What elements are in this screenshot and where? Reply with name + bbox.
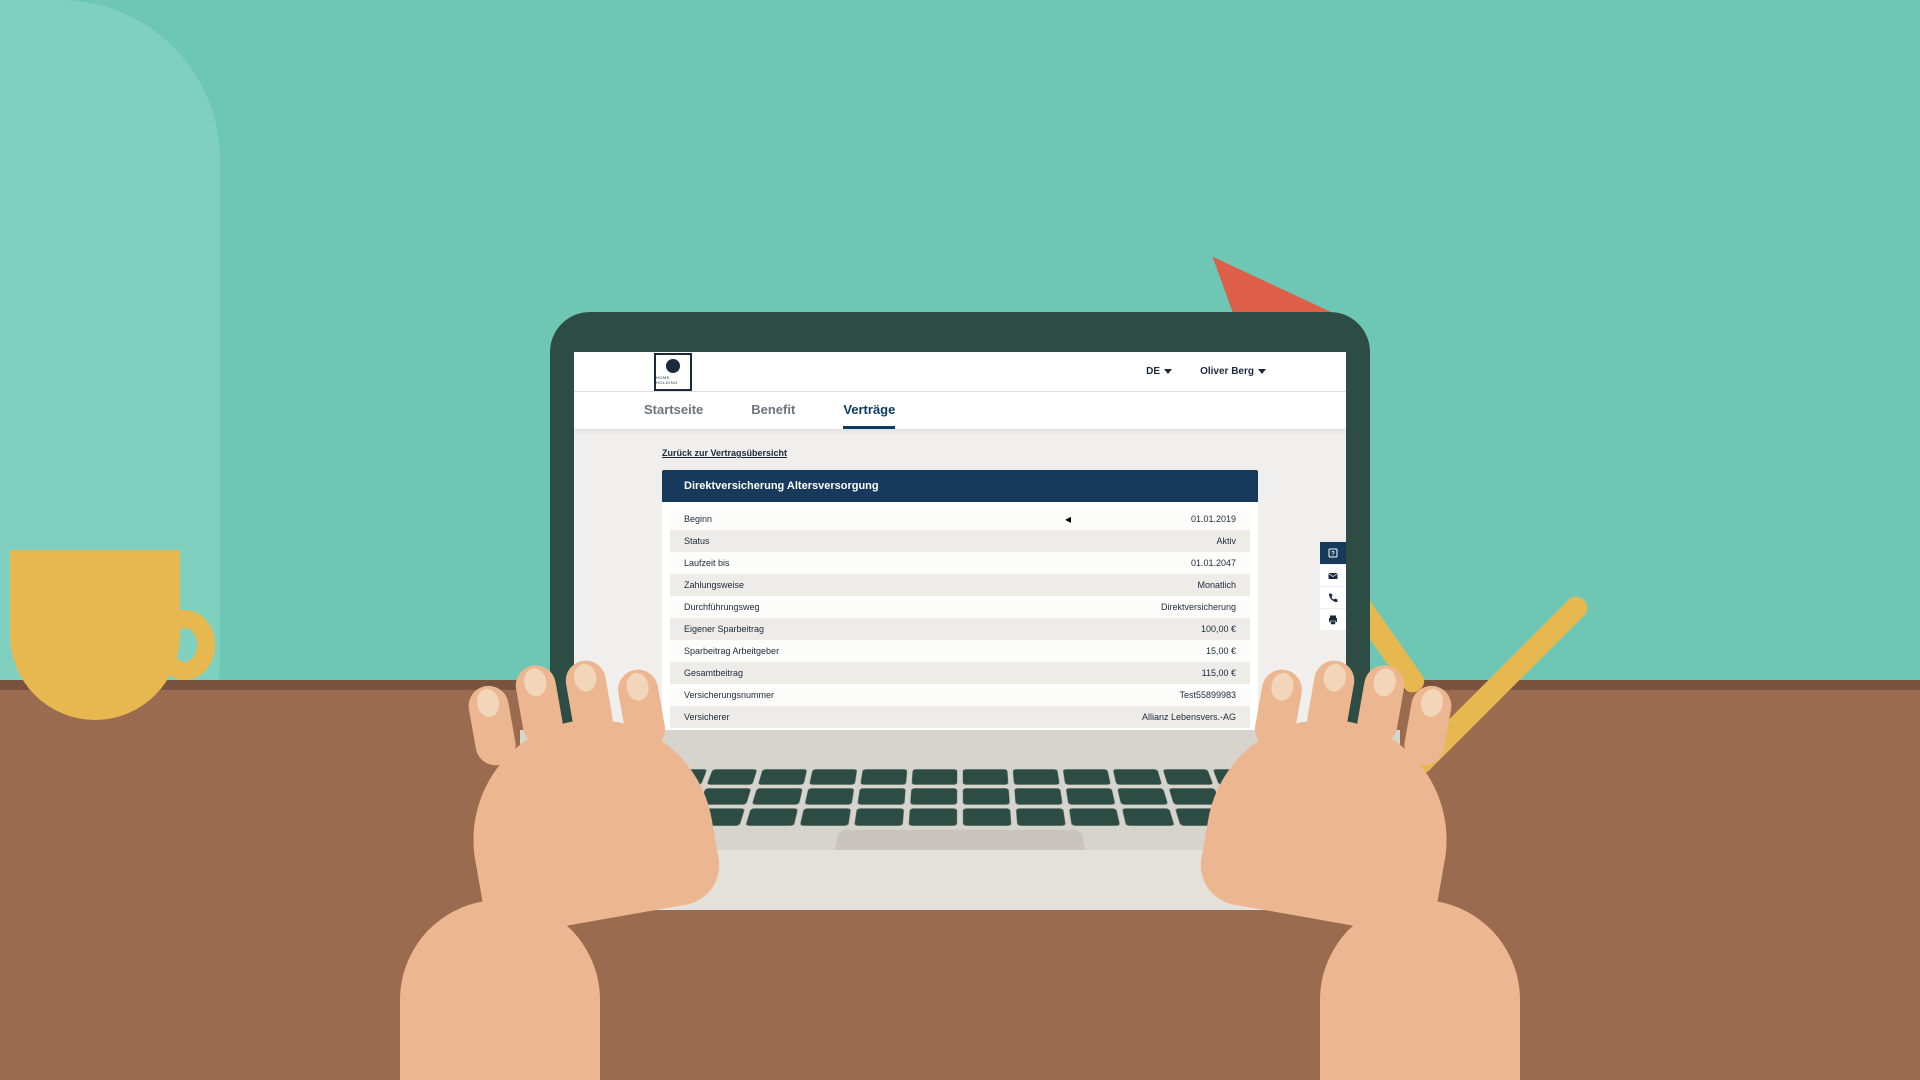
tab-startseite[interactable]: Startseite xyxy=(644,392,703,429)
laptop: HOME HOLDING DE Oliver Berg xyxy=(550,312,1370,790)
user-name-label: Oliver Berg xyxy=(1200,366,1254,377)
laptop-bezel: HOME HOLDING DE Oliver Berg xyxy=(550,312,1370,790)
row-value: 100,00 € xyxy=(1201,624,1236,634)
content-area: Zurück zur Vertragsübersicht Direktversi… xyxy=(574,430,1346,772)
tab-vertraege[interactable]: Verträge xyxy=(843,392,895,429)
user-menu[interactable]: Oliver Berg xyxy=(1200,366,1266,377)
row-label: Gesamtbeitrag xyxy=(684,668,743,678)
row-label: Durchführungsweg xyxy=(684,602,760,612)
table-row: Eigener Sparbeitrag 100,00 € xyxy=(670,618,1250,640)
table-row: Versicherer Allianz Lebensvers.-AG xyxy=(670,706,1250,728)
logo-text: HOME HOLDING xyxy=(656,375,690,385)
table-row: Laufzeit bis 01.01.2047 xyxy=(670,552,1250,574)
topbar-right: DE Oliver Berg xyxy=(1146,366,1266,377)
scene-mug-handle xyxy=(155,610,215,680)
table-row: Beginn 01.01.2019 xyxy=(670,508,1250,530)
side-tab-print[interactable] xyxy=(1320,608,1346,630)
language-select[interactable]: DE xyxy=(1146,366,1172,377)
navbar: Startseite Benefit Verträge xyxy=(574,392,1346,430)
table-row: Gesamtbeitrag 115,00 € xyxy=(670,662,1250,684)
svg-text:?: ? xyxy=(1331,552,1335,558)
contact-sidebar: ? xyxy=(1320,542,1346,630)
row-label: Eigener Sparbeitrag xyxy=(684,624,764,634)
topbar: HOME HOLDING DE Oliver Berg xyxy=(574,352,1346,392)
cursor-icon: ◂ xyxy=(1065,512,1071,526)
tab-benefit[interactable]: Benefit xyxy=(751,392,795,429)
chevron-down-icon xyxy=(1258,369,1266,374)
side-tab-phone[interactable] xyxy=(1320,586,1346,608)
row-value: Direktversicherung xyxy=(1161,602,1236,612)
app-root: HOME HOLDING DE Oliver Berg xyxy=(574,352,1346,784)
row-value: 01.01.2019 xyxy=(1191,514,1236,524)
table-row: Sparbeitrag Arbeitgeber 15,00 € xyxy=(670,640,1250,662)
side-tab-email[interactable] xyxy=(1320,564,1346,586)
row-label: Laufzeit bis xyxy=(684,558,730,568)
row-value: Aktiv xyxy=(1216,536,1236,546)
help-icon: ? xyxy=(1327,547,1339,559)
logo[interactable]: HOME HOLDING xyxy=(654,353,692,391)
row-label: Versicherungsnummer xyxy=(684,690,774,700)
back-link[interactable]: Zurück zur Vertragsübersicht xyxy=(662,448,787,458)
row-label: Sparbeitrag Arbeitgeber xyxy=(684,646,779,656)
row-value: Test55899983 xyxy=(1179,690,1236,700)
print-icon xyxy=(1327,614,1339,626)
row-value: 15,00 € xyxy=(1206,646,1236,656)
table-row: Status Aktiv xyxy=(670,530,1250,552)
row-value: Monatlich xyxy=(1197,580,1236,590)
row-label: Zahlungsweise xyxy=(684,580,744,590)
row-value: 115,00 € xyxy=(1202,668,1236,678)
language-label: DE xyxy=(1146,366,1160,377)
row-label: Versicherer xyxy=(684,712,730,722)
row-label: Status xyxy=(684,536,710,546)
logo-icon xyxy=(666,359,680,373)
table-row: Zahlungsweise Monatlich xyxy=(670,574,1250,596)
table-row: Versicherungsnummer Test55899983 xyxy=(670,684,1250,706)
chevron-down-icon xyxy=(1164,369,1172,374)
email-icon xyxy=(1327,570,1339,582)
scene-mug xyxy=(10,550,180,720)
laptop-screen: HOME HOLDING DE Oliver Berg xyxy=(574,352,1346,784)
table-row: Durchführungsweg Direktversicherung xyxy=(670,596,1250,618)
row-value: Allianz Lebensvers.-AG xyxy=(1142,712,1236,722)
panel-title: Direktversicherung Altersversorgung xyxy=(662,470,1258,502)
side-tab-help[interactable]: ? xyxy=(1320,542,1346,564)
phone-icon xyxy=(1327,592,1339,604)
row-value: 01.01.2047 xyxy=(1191,558,1236,568)
row-label: Beginn xyxy=(684,514,712,524)
